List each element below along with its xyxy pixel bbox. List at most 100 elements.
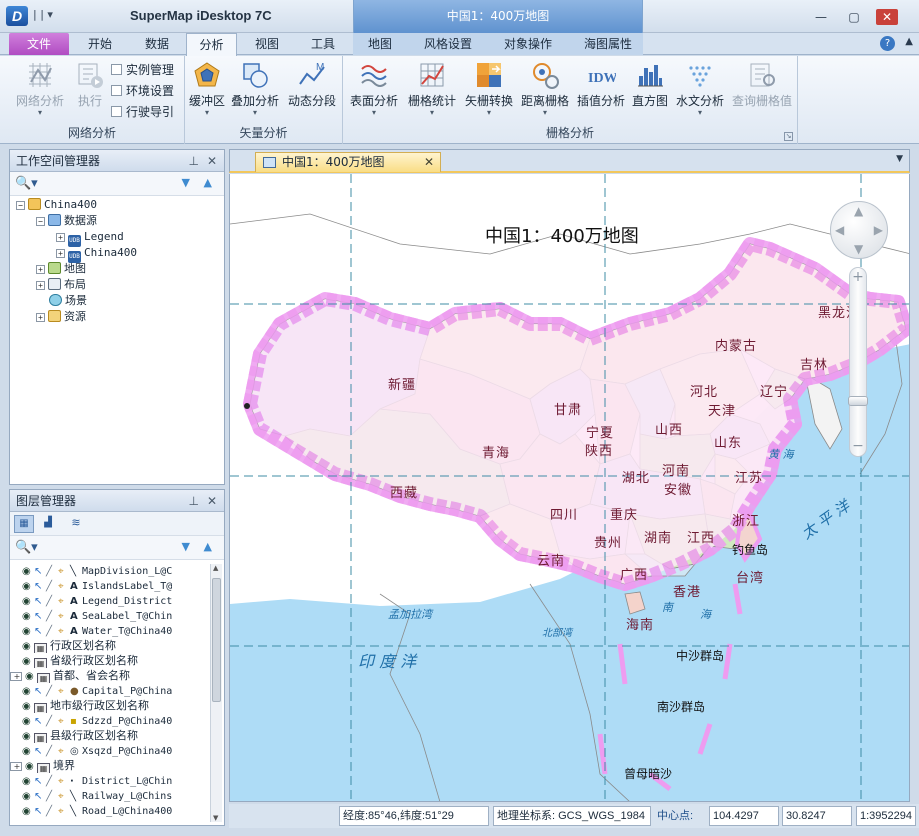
snap-icon[interactable]: ⌖ xyxy=(58,579,70,593)
scale-input[interactable]: 1:3952294 xyxy=(856,806,916,826)
tab-menu-chevron-icon[interactable]: ▼ xyxy=(896,154,903,164)
expand-icon[interactable]: + xyxy=(36,313,45,322)
tab-style-settings[interactable]: 风格设置 xyxy=(410,33,486,55)
snap-icon[interactable]: ⌖ xyxy=(58,789,70,803)
selectable-cursor-icon[interactable]: ↖ xyxy=(34,564,46,578)
tab-data[interactable]: 数据 xyxy=(130,33,184,55)
move-up-icon[interactable]: ▲ xyxy=(204,540,212,553)
visibility-eye-icon[interactable]: ◉ xyxy=(22,714,34,728)
layer-group-row[interactable]: ◉ ▦ 县级行政区划名称 xyxy=(10,728,210,743)
expand-icon[interactable]: + xyxy=(56,233,65,242)
layer-row[interactable]: ◉ ↖ ╱ ⌖ ◎ Xsqzd_P@China40 xyxy=(10,743,210,758)
expand-icon[interactable]: + xyxy=(36,281,45,290)
snap-icon[interactable]: ⌖ xyxy=(58,624,70,638)
visibility-eye-icon[interactable]: ◉ xyxy=(22,654,34,668)
collapse-icon[interactable]: − xyxy=(36,217,45,226)
search-icon[interactable]: 🔍▾ xyxy=(15,540,38,555)
selectable-cursor-icon[interactable]: ↖ xyxy=(34,714,46,728)
visibility-eye-icon[interactable]: ◉ xyxy=(22,804,34,818)
editable-pen-icon[interactable]: ╱ xyxy=(46,609,58,623)
tree-node-ds-china400[interactable]: + UDB China400 xyxy=(56,245,137,263)
hydrology-analysis-button[interactable]: 水文分析 ▾ xyxy=(673,60,727,120)
layer-row[interactable]: ◉ ↖ ╱ ⌖ A Water_T@China40 xyxy=(10,623,210,638)
editable-pen-icon[interactable]: ╱ xyxy=(46,684,58,698)
help-icon[interactable]: ? xyxy=(880,36,895,51)
layer-row[interactable]: ◉ ↖ ╱ ⌖ A Legend_District xyxy=(10,593,210,608)
maximize-button[interactable]: ▢ xyxy=(843,9,865,25)
pan-right-icon[interactable]: ▶ xyxy=(874,223,883,237)
layer-row[interactable]: ◉ ↖ ╱ ⌖ ╲ MapDivision_L@C xyxy=(10,563,210,578)
interpolation-button[interactable]: IDW 插值分析 xyxy=(574,60,628,120)
tab-object-ops[interactable]: 对象操作 xyxy=(490,33,566,55)
histogram-button[interactable]: 直方图 xyxy=(628,60,672,120)
visibility-eye-icon[interactable]: ◉ xyxy=(22,744,34,758)
tab-file[interactable]: 文件 xyxy=(9,33,69,55)
selectable-cursor-icon[interactable]: ↖ xyxy=(34,774,46,788)
tree-node-layouts[interactable]: + 布局 xyxy=(36,277,86,293)
selectable-cursor-icon[interactable]: ↖ xyxy=(34,579,46,593)
snap-icon[interactable]: ⌖ xyxy=(58,714,70,728)
layer-group-view-icon[interactable]: ▟ xyxy=(38,515,58,533)
scroll-down-icon[interactable]: ▼ xyxy=(213,814,218,822)
snap-icon[interactable]: ⌖ xyxy=(58,804,70,818)
zoom-in-icon[interactable]: + xyxy=(851,270,865,284)
pin-icon[interactable]: ⊥ xyxy=(189,490,199,512)
ribbon-collapse-icon[interactable]: ▲ xyxy=(905,36,913,47)
layer-group-row[interactable]: ◉ ▦ 地市级行政区划名称 xyxy=(10,698,210,713)
layer-list-view-icon[interactable]: ▦ xyxy=(14,515,34,533)
close-button[interactable]: ✕ xyxy=(876,9,898,25)
snap-icon[interactable]: ⌖ xyxy=(58,774,70,788)
center-x-input[interactable]: 104.4297 xyxy=(709,806,779,826)
distance-raster-button[interactable]: 距离栅格 ▾ xyxy=(518,60,572,120)
visibility-eye-icon[interactable]: ◉ xyxy=(22,624,34,638)
move-down-icon[interactable]: ▼ xyxy=(182,540,190,553)
visibility-eye-icon[interactable]: ◉ xyxy=(22,564,34,578)
zoom-out-icon[interactable]: − xyxy=(851,439,865,454)
visibility-eye-icon[interactable]: ◉ xyxy=(25,759,37,773)
move-up-icon[interactable]: ▲ xyxy=(204,176,212,189)
pan-down-icon[interactable]: ▼ xyxy=(854,242,863,256)
surface-analysis-button[interactable]: 表面分析 ▾ xyxy=(347,60,401,120)
editable-pen-icon[interactable]: ╱ xyxy=(46,774,58,788)
layer-scrollbar[interactable]: ▲ ▼ xyxy=(210,564,222,822)
zoom-slider[interactable]: + − xyxy=(848,267,868,457)
tree-node-scenes[interactable]: 场景 xyxy=(49,293,87,309)
travel-guide-checkbox[interactable]: 行驶导引 xyxy=(111,103,174,121)
visibility-eye-icon[interactable]: ◉ xyxy=(22,774,34,788)
query-raster-value-button[interactable]: 查询栅格值 xyxy=(730,60,794,120)
crs-field[interactable]: 地理坐标系: GCS_WGS_1984 xyxy=(493,806,651,826)
selectable-cursor-icon[interactable]: ↖ xyxy=(34,744,46,758)
layer-group-row[interactable]: + ◉ ▦ 境界 xyxy=(10,758,210,773)
visibility-eye-icon[interactable]: ◉ xyxy=(22,579,34,593)
expand-icon[interactable]: + xyxy=(36,265,45,274)
snap-icon[interactable]: ⌖ xyxy=(58,564,70,578)
selectable-cursor-icon[interactable]: ↖ xyxy=(34,789,46,803)
visibility-eye-icon[interactable]: ◉ xyxy=(22,789,34,803)
pan-control[interactable]: ▲ ▼ ◀ ▶ xyxy=(830,201,888,259)
move-down-icon[interactable]: ▼ xyxy=(182,176,190,189)
buffer-button[interactable]: 缓冲区 ▾ xyxy=(187,60,227,120)
editable-pen-icon[interactable]: ╱ xyxy=(46,804,58,818)
editable-pen-icon[interactable]: ╱ xyxy=(46,714,58,728)
tab-map[interactable]: 地图 xyxy=(355,33,405,55)
selectable-cursor-icon[interactable]: ↖ xyxy=(34,684,46,698)
pan-left-icon[interactable]: ◀ xyxy=(835,223,844,237)
visibility-eye-icon[interactable]: ◉ xyxy=(22,609,34,623)
editable-pen-icon[interactable]: ╱ xyxy=(46,744,58,758)
instance-mgmt-checkbox[interactable]: 实例管理 xyxy=(111,61,174,79)
visibility-eye-icon[interactable]: ◉ xyxy=(22,699,34,713)
network-analysis-button[interactable]: 网络分析 ▾ xyxy=(8,60,72,120)
scrollbar-thumb[interactable] xyxy=(212,578,221,702)
tab-tools[interactable]: 工具 xyxy=(296,33,350,55)
dynamic-segmentation-button[interactable]: M 动态分段 xyxy=(285,60,339,120)
layer-row[interactable]: ◉ ↖ ╱ ⌖ A SeaLabel_T@Chin xyxy=(10,608,210,623)
visibility-eye-icon[interactable]: ◉ xyxy=(22,594,34,608)
tree-node-ds-legend[interactable]: + UDB Legend xyxy=(56,229,124,247)
execute-button[interactable]: 执行 xyxy=(70,60,110,120)
layer-row[interactable]: ◉ ↖ ╱ ⌖ ● Capital_P@China xyxy=(10,683,210,698)
layer-row[interactable]: ◉ ↖ ╱ ⌖ ▪ Sdzzd_P@China40 xyxy=(10,713,210,728)
editable-pen-icon[interactable]: ╱ xyxy=(46,594,58,608)
snap-icon[interactable]: ⌖ xyxy=(58,684,70,698)
snap-icon[interactable]: ⌖ xyxy=(58,594,70,608)
visibility-eye-icon[interactable]: ◉ xyxy=(22,639,34,653)
